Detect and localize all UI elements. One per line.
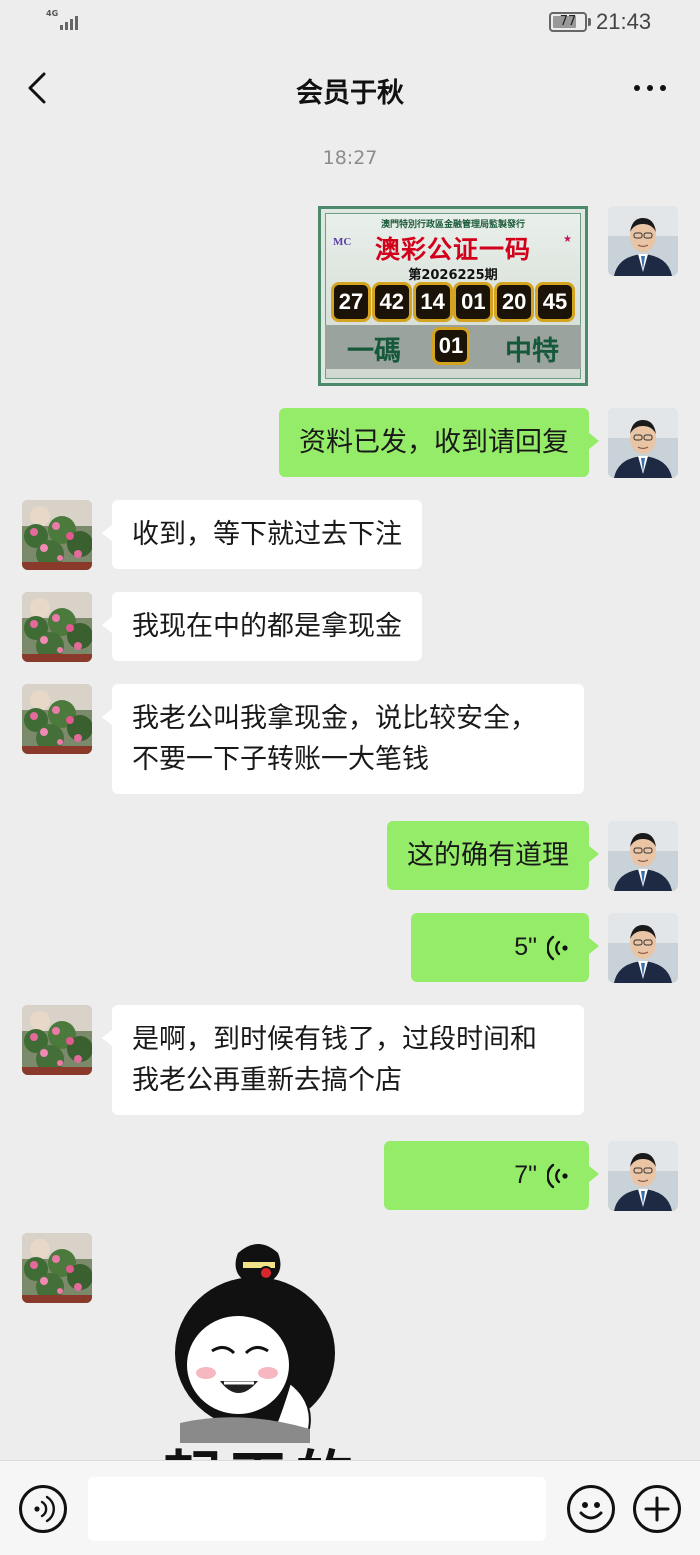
- message-row: 5": [0, 913, 700, 983]
- voice-duration: 7": [514, 1161, 537, 1189]
- sent-text-bubble[interactable]: 资料已发，收到请回复: [279, 408, 599, 477]
- plus-button[interactable]: [633, 1485, 681, 1533]
- message-row: 澳門特別行政區金融管理局監製發行 MC ★ 澳彩公证一码 第2026225期 2…: [0, 206, 700, 386]
- voice-input-icon: [34, 1495, 55, 1523]
- voice-wave-icon: [547, 935, 568, 960]
- message-row: 我现在中的都是拿现金: [0, 592, 700, 662]
- my-avatar[interactable]: [608, 1141, 678, 1211]
- my-avatar[interactable]: [608, 408, 678, 478]
- contact-avatar[interactable]: [22, 1005, 92, 1075]
- lottery-bottom-right: 中特: [505, 336, 559, 367]
- message-row: 收到，等下就过去下注: [0, 500, 700, 570]
- network-type: 4G: [46, 9, 59, 18]
- lottery-number: 01: [453, 282, 494, 322]
- chat-header: 会员于秋: [0, 44, 700, 132]
- lottery-numbers: 27 42 14 01 20 45: [331, 282, 575, 322]
- lottery-number: 20: [494, 282, 535, 322]
- message-row: 是啊，到时候有钱了，过段时间和 我老公再重新去搞个店: [0, 1005, 700, 1120]
- lottery-title: 澳彩公证一码: [374, 235, 531, 264]
- emoji-icon: [579, 1502, 603, 1520]
- contact-avatar[interactable]: [22, 684, 92, 754]
- battery-percent: 77: [559, 14, 577, 29]
- message-row: 资料已发，收到请回复: [0, 408, 700, 478]
- contact-avatar[interactable]: [22, 500, 92, 570]
- emoji-button[interactable]: [567, 1485, 615, 1533]
- lottery-number: 14: [412, 282, 453, 322]
- more-horizontal-icon: [634, 85, 666, 91]
- status-clock: 21:43: [596, 9, 652, 34]
- sent-voice-bubble[interactable]: 5": [411, 913, 599, 982]
- sticker-message[interactable]: 起天的: [140, 1233, 370, 1460]
- received-text-bubble[interactable]: 我现在中的都是拿现金: [102, 592, 422, 661]
- my-avatar[interactable]: [608, 821, 678, 891]
- contact-avatar[interactable]: [22, 1233, 92, 1303]
- lottery-bottom-banner: 一碼 01 中特: [325, 325, 581, 369]
- lottery-bottom-left: 一碼: [347, 336, 401, 367]
- chat-title: 会员于秋: [296, 78, 404, 109]
- voice-wave-icon: [547, 1163, 568, 1188]
- lottery-issue: 第2026225期: [408, 268, 498, 283]
- chat-input-bar: [0, 1460, 700, 1555]
- lottery-header: 澳門特別行政區金融管理局監製發行: [380, 220, 525, 230]
- message-row: 这的确有道理: [0, 821, 700, 891]
- message-row: 7": [0, 1141, 700, 1211]
- signal-icon: 4G: [46, 10, 82, 32]
- voice-input-button[interactable]: [19, 1485, 67, 1533]
- received-text-bubble[interactable]: 是啊，到时候有钱了，过段时间和 我老公再重新去搞个店: [102, 1005, 584, 1115]
- lottery-number: 42: [371, 282, 412, 322]
- voice-duration: 5": [514, 933, 537, 961]
- status-bar: 4G 77 21:43: [0, 0, 700, 44]
- meme-face-sticker: [175, 1244, 335, 1443]
- received-text-bubble[interactable]: 我老公叫我拿现金，说比较安全， 不要一下子转账一大笔钱: [102, 684, 584, 794]
- message-row: 我老公叫我拿现金，说比较安全， 不要一下子转账一大笔钱: [0, 684, 700, 799]
- lottery-number: 27: [331, 282, 371, 322]
- message-timestamp: 18:27: [322, 147, 378, 169]
- received-text-bubble[interactable]: 收到，等下就过去下注: [102, 500, 422, 569]
- lottery-image-message[interactable]: 澳門特別行政區金融管理局監製發行 MC ★ 澳彩公证一码 第2026225期 2…: [318, 206, 588, 386]
- message-input[interactable]: [88, 1477, 546, 1541]
- sent-voice-bubble[interactable]: 7": [384, 1141, 599, 1210]
- plus-icon: [644, 1496, 670, 1522]
- lottery-number: 45: [534, 282, 575, 322]
- my-avatar[interactable]: [608, 913, 678, 983]
- contact-avatar[interactable]: [22, 592, 92, 662]
- message-row: 起天的: [0, 1233, 700, 1460]
- my-avatar[interactable]: [608, 206, 678, 276]
- battery-icon: 77: [549, 12, 587, 32]
- sent-text-bubble[interactable]: 这的确有道理: [387, 821, 599, 890]
- sticker-caption: 起天的: [162, 1431, 360, 1460]
- lottery-special-number: 01: [432, 327, 470, 365]
- more-button[interactable]: [628, 74, 672, 102]
